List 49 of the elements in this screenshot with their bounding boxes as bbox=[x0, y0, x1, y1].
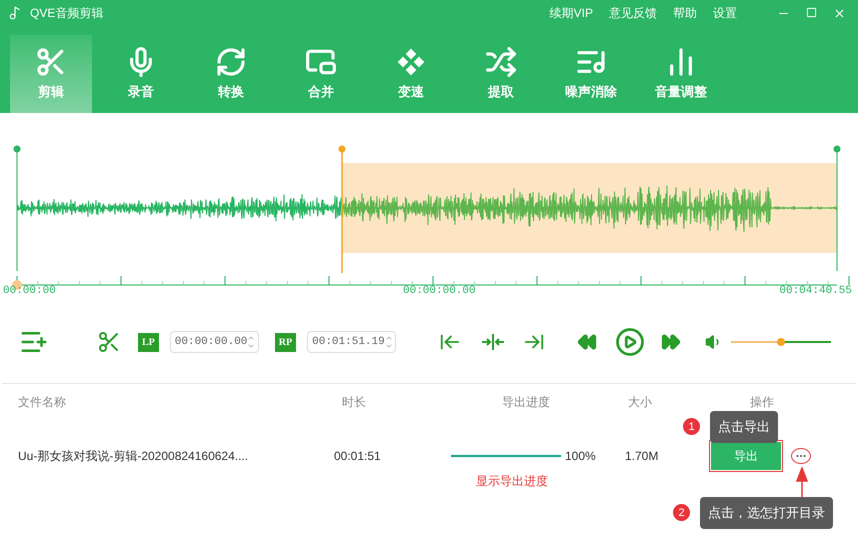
time-field[interactable]: 00:01:51.19 bbox=[307, 331, 396, 353]
menu-link[interactable]: 设置 bbox=[713, 4, 737, 22]
column-header: 大小 bbox=[627, 394, 653, 411]
tool-tab[interactable]: 提取 bbox=[460, 35, 542, 113]
column-header: 文件名称 bbox=[17, 394, 67, 411]
rewind-icon[interactable] bbox=[577, 332, 598, 352]
end-time: 00:04:40.55 bbox=[779, 284, 852, 299]
cursor-time: 00:00:00.00 bbox=[403, 284, 476, 299]
tool-tab[interactable]: 转换 bbox=[190, 35, 272, 113]
menu-link[interactable]: 意见反馈 bbox=[609, 4, 657, 22]
size-cell-text: 1.70M bbox=[624, 448, 660, 465]
time-field[interactable]: 00:00:00.00 bbox=[170, 331, 259, 353]
fast-forward-icon[interactable] bbox=[661, 332, 682, 352]
tool-tab[interactable]: 音量调整 bbox=[640, 35, 722, 113]
tooltip: 点击，选怎打开目录 bbox=[700, 497, 833, 528]
lp-badge: LP bbox=[138, 332, 159, 352]
scissors-icon[interactable] bbox=[97, 330, 121, 354]
refresh-icon bbox=[215, 46, 247, 78]
play-icon[interactable] bbox=[615, 327, 646, 357]
column-header: 导出进度 bbox=[501, 394, 551, 411]
progress-note: 显示导出进度 bbox=[476, 473, 548, 490]
export-button[interactable]: 导出 bbox=[711, 442, 781, 470]
progress-percent: 100% bbox=[564, 448, 597, 465]
tool-tab[interactable]: 噪声消除 bbox=[550, 35, 632, 113]
file-name-cell-text: Uu-那女孩对我说-剪辑-20200824160624.... bbox=[17, 448, 250, 465]
maximize-icon[interactable] bbox=[806, 6, 817, 18]
tool-tab[interactable]: 剪辑 bbox=[10, 35, 92, 113]
window-title: QVE音频剪辑 bbox=[30, 5, 104, 22]
tool-tab[interactable]: 合并 bbox=[280, 35, 362, 113]
rp-badge: RP bbox=[274, 332, 296, 352]
tool-tab[interactable]: 录音 bbox=[100, 35, 182, 113]
start-time: 00:00:00 bbox=[3, 284, 56, 299]
duration-cell-text: 00:01:51 bbox=[333, 448, 382, 465]
volume-slider[interactable] bbox=[731, 337, 832, 347]
music-note-icon bbox=[8, 6, 22, 20]
split-icon[interactable] bbox=[481, 331, 506, 353]
volume-thumb[interactable] bbox=[777, 338, 786, 346]
more-button[interactable] bbox=[791, 448, 811, 464]
tooltip: 点击导出 bbox=[710, 411, 778, 442]
step-number: 1 bbox=[683, 418, 700, 436]
tool-tab[interactable]: 变速 bbox=[370, 35, 452, 113]
menu-link[interactable]: 帮助 bbox=[673, 4, 697, 22]
arrow-drawing bbox=[796, 467, 808, 497]
menu-link[interactable]: 续期VIP bbox=[550, 4, 593, 22]
step-number: 2 bbox=[673, 504, 690, 522]
column-header: 时长 bbox=[341, 394, 367, 411]
close-icon[interactable] bbox=[833, 6, 846, 20]
shuffle-icon bbox=[485, 46, 517, 78]
column-header: 操作 bbox=[749, 394, 775, 411]
